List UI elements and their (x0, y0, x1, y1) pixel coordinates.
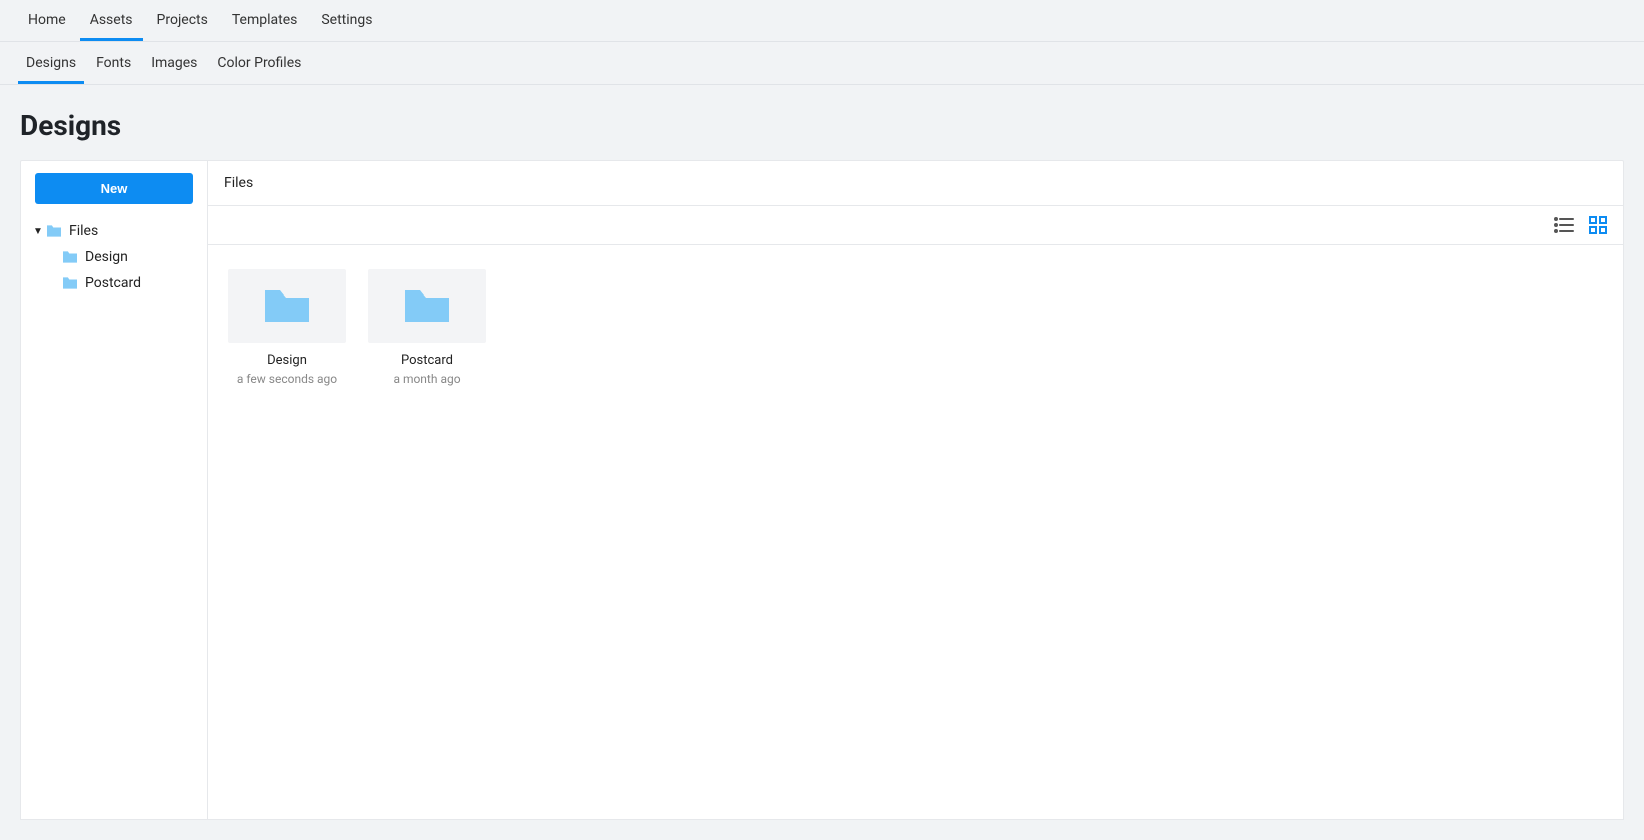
folder-thumb (368, 269, 486, 343)
folder-icon (61, 276, 79, 290)
subnav-fonts[interactable]: Fonts (88, 42, 139, 84)
tree-item-design[interactable]: Design (31, 244, 199, 270)
nav-home[interactable]: Home (18, 0, 76, 41)
folder-thumb (228, 269, 346, 343)
caret-down-icon: ▼ (33, 226, 45, 237)
tree-item-label: Design (85, 249, 128, 265)
folder-card-design[interactable]: Design a few seconds ago (228, 269, 346, 386)
new-button[interactable]: New (35, 173, 193, 204)
breadcrumb: Files (208, 161, 1623, 206)
folder-grid: Design a few seconds ago Postcard a mont… (208, 245, 1623, 410)
content-layout: New ▼ Files Design Post (0, 160, 1644, 820)
tree-root-label: Files (69, 223, 98, 239)
page-title: Designs (0, 85, 1644, 160)
folder-time: a few seconds ago (228, 372, 346, 386)
main-panel: Files (208, 160, 1624, 820)
nav-projects[interactable]: Projects (147, 0, 218, 41)
folder-tree: ▼ Files Design Postcard (29, 214, 199, 296)
grid-icon (1589, 216, 1607, 234)
folder-card-postcard[interactable]: Postcard a month ago (368, 269, 486, 386)
folder-name: Postcard (368, 353, 486, 368)
subnav-designs[interactable]: Designs (18, 42, 84, 84)
tree-root-files[interactable]: ▼ Files (31, 218, 199, 244)
grid-view-button[interactable] (1589, 216, 1607, 234)
list-icon (1553, 216, 1575, 234)
list-view-button[interactable] (1553, 216, 1575, 234)
folder-icon (402, 286, 452, 326)
tree-item-label: Postcard (85, 275, 141, 291)
top-nav: Home Assets Projects Templates Settings (0, 0, 1644, 42)
subnav-color-profiles[interactable]: Color Profiles (209, 42, 309, 84)
folder-name: Design (228, 353, 346, 368)
folder-icon (262, 286, 312, 326)
view-toolbar (208, 206, 1623, 245)
tree-item-postcard[interactable]: Postcard (31, 270, 199, 296)
folder-time: a month ago (368, 372, 486, 386)
folder-icon (45, 224, 63, 238)
nav-assets[interactable]: Assets (80, 0, 143, 41)
folder-icon (61, 250, 79, 264)
nav-settings[interactable]: Settings (311, 0, 382, 41)
nav-templates[interactable]: Templates (222, 0, 308, 41)
subnav-images[interactable]: Images (143, 42, 205, 84)
sidebar: New ▼ Files Design Post (20, 160, 208, 820)
sub-nav: Designs Fonts Images Color Profiles (0, 42, 1644, 85)
